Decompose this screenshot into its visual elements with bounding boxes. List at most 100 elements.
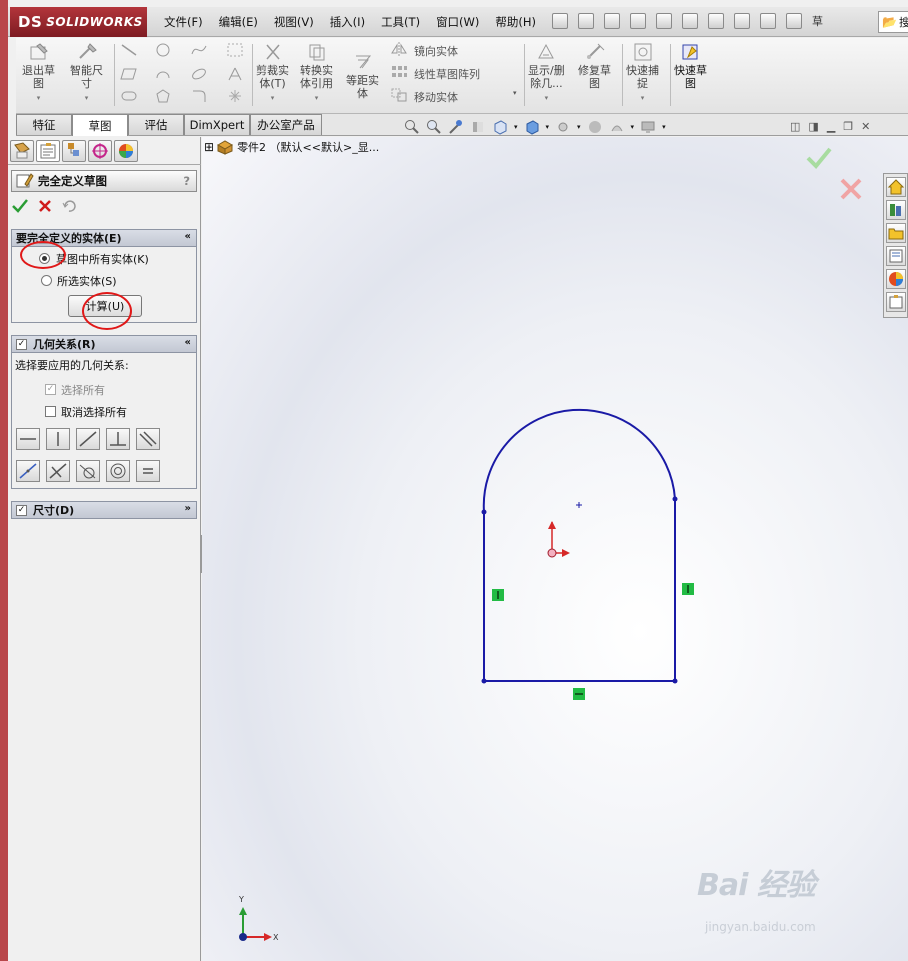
search-input[interactable]: 📂搜 [878, 11, 908, 33]
linear-pattern-label[interactable]: 线性草图阵列 [414, 66, 480, 82]
sketch-point[interactable] [481, 678, 487, 684]
vertical-relation-button[interactable] [46, 428, 70, 450]
circle-icon[interactable] [154, 42, 172, 58]
fillet-icon[interactable] [190, 88, 208, 104]
apply-scene-icon[interactable] [609, 119, 625, 135]
dimensions-group-checkbox[interactable]: ✓ [16, 504, 27, 516]
help-icon[interactable]: ? [183, 174, 190, 188]
smart-dimension-button[interactable]: 智能尺 寸 ▾ [70, 42, 103, 105]
equal-relation-button[interactable] [136, 460, 160, 482]
relations-group-header[interactable]: ✓ 几何关系(R) « [11, 335, 197, 353]
slot-icon[interactable] [120, 88, 138, 104]
previous-view-icon[interactable] [448, 119, 464, 135]
tangent-arc-relation-button[interactable] [76, 460, 100, 482]
tab-features[interactable]: 特征 [16, 114, 72, 135]
horizontal-relation-button[interactable] [16, 428, 40, 450]
select-all-checkbox[interactable]: ✓ [45, 384, 56, 395]
collapse-chevron-icon[interactable]: « [185, 231, 191, 242]
parallel-relation-button[interactable] [136, 428, 160, 450]
restore-icon[interactable]: ❐ [843, 120, 853, 133]
undo-icon[interactable] [656, 13, 672, 29]
sketch-point[interactable] [481, 509, 487, 515]
property-manager-tab[interactable] [36, 140, 60, 162]
sheet-icon[interactable] [786, 13, 802, 29]
sketch-point[interactable] [672, 678, 678, 684]
close-icon[interactable]: ✕ [861, 120, 870, 133]
text-icon[interactable] [226, 66, 244, 82]
offset-entities-button[interactable]: 等距实 体 [346, 52, 379, 100]
dropdown-arrow-icon[interactable]: ▾ [577, 123, 581, 131]
feature-manager-tab[interactable] [10, 140, 34, 162]
menu-help[interactable]: 帮助(H) [487, 14, 544, 30]
file-explorer-tab[interactable] [886, 223, 906, 243]
tab-sketch[interactable]: 草图 [72, 114, 128, 136]
dropdown-arrow-icon[interactable]: ▾ [546, 123, 550, 131]
zoom-to-fit-icon[interactable] [404, 119, 420, 135]
collinear-relation-button[interactable] [76, 428, 100, 450]
hide-show-items-icon[interactable] [555, 119, 571, 135]
edit-appearance-icon[interactable] [587, 119, 603, 135]
dropdown-arrow-icon[interactable]: ▾ [514, 123, 518, 131]
dropdown-arrow-icon[interactable]: ▾ [631, 123, 635, 131]
exit-sketch-button[interactable]: 退出草 图 ▾ [22, 42, 55, 105]
concentric-relation-button[interactable] [106, 460, 130, 482]
menu-tools[interactable]: 工具(T) [373, 14, 428, 30]
tab-office-products[interactable]: 办公室产品 [250, 114, 322, 135]
trim-entities-button[interactable]: 剪裁实 体(T) ▾ [256, 42, 289, 105]
collapse-chevron-icon[interactable]: « [185, 337, 191, 348]
rapid-sketch-button[interactable]: 快速草 图 [674, 42, 707, 90]
tab-dimxpert[interactable]: DimXpert [184, 114, 250, 135]
repair-sketch-button[interactable]: 修复草 图 [578, 42, 611, 90]
expand-chevron-icon[interactable]: » [185, 503, 191, 514]
file-properties-icon[interactable] [734, 13, 750, 29]
save-icon[interactable] [604, 13, 620, 29]
configuration-manager-tab[interactable] [62, 140, 86, 162]
concentric-line-relation-button[interactable] [46, 460, 70, 482]
rebuild-icon[interactable] [708, 13, 724, 29]
section-view-icon[interactable] [470, 119, 486, 135]
menu-view[interactable]: 视图(V) [266, 14, 322, 30]
sketch-profile[interactable] [482, 408, 676, 682]
centerline-icon[interactable] [226, 88, 244, 104]
ellipse-icon[interactable] [190, 66, 208, 82]
menu-insert[interactable]: 插入(I) [322, 14, 373, 30]
sketch-canvas[interactable] [202, 137, 908, 961]
move-entities-label[interactable]: 移动实体 [414, 89, 458, 105]
cancel-x-icon[interactable] [38, 199, 52, 213]
spline-icon[interactable] [190, 42, 208, 58]
print-icon[interactable] [630, 13, 646, 29]
linear-pattern-icon[interactable] [390, 64, 408, 80]
mirror-entities-label[interactable]: 镜向实体 [414, 43, 458, 59]
display-style-icon[interactable] [524, 119, 540, 135]
rectangle-icon[interactable] [120, 66, 138, 82]
point-icon[interactable] [226, 42, 244, 58]
options-icon[interactable] [760, 13, 776, 29]
menu-edit[interactable]: 编辑(E) [211, 14, 266, 30]
polygon-icon[interactable] [154, 88, 172, 104]
vertical-relation-marker[interactable] [682, 583, 694, 595]
tile-right-icon[interactable]: ◨ [808, 120, 818, 133]
graphics-area[interactable]: ⊞ 零件2 （默认<<默认>_显... Y X Bai 经验 jingyan.b… [202, 137, 908, 961]
mirror-icon[interactable] [390, 41, 408, 57]
design-library-tab[interactable] [886, 200, 906, 220]
convert-entities-button[interactable]: 转换实 体引用 ▾ [300, 42, 333, 105]
view-settings-icon[interactable] [640, 119, 656, 135]
dimensions-group-header[interactable]: ✓ 尺寸(D) » [11, 501, 197, 519]
radio-selected-entities[interactable] [41, 275, 52, 286]
move-entities-icon[interactable] [390, 87, 408, 103]
solidworks-resources-tab[interactable] [886, 177, 906, 197]
open-icon[interactable] [578, 13, 594, 29]
dimxpert-manager-tab[interactable] [88, 140, 112, 162]
arc-icon[interactable] [154, 66, 172, 82]
deselect-all-checkbox[interactable] [45, 406, 56, 417]
display-delete-relations-button[interactable]: 显示/删 除几... ▾ [528, 42, 565, 105]
appearances-tab[interactable] [886, 269, 906, 289]
display-manager-tab[interactable] [114, 140, 138, 162]
view-orientation-icon[interactable] [492, 119, 508, 135]
zoom-to-area-icon[interactable] [426, 119, 442, 135]
tile-left-icon[interactable]: ◫ [790, 120, 800, 133]
menu-window[interactable]: 窗口(W) [428, 14, 487, 30]
ok-check-icon[interactable] [12, 199, 28, 213]
perpendicular-relation-button[interactable] [106, 428, 130, 450]
select-icon[interactable] [682, 13, 698, 29]
